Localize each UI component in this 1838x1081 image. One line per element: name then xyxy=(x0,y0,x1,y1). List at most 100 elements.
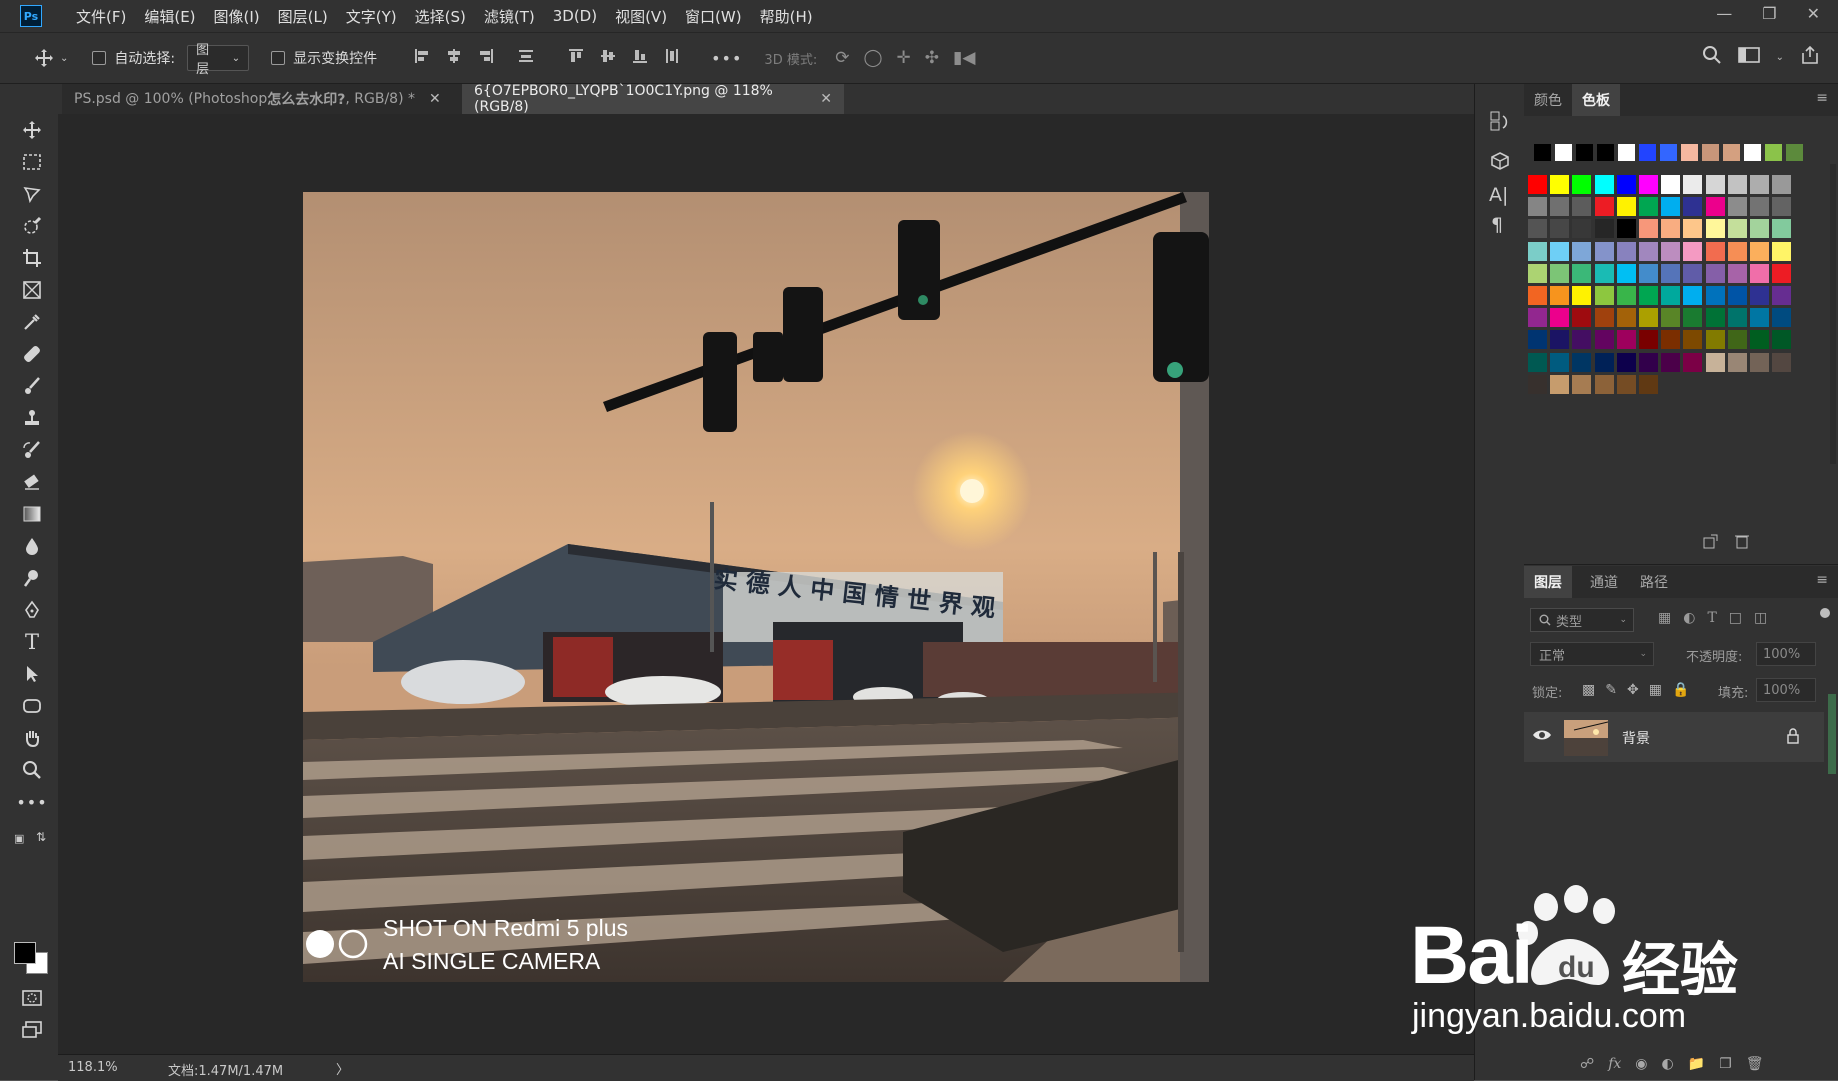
gradient-tool-icon[interactable] xyxy=(18,500,46,528)
color-swatch[interactable] xyxy=(1572,308,1591,327)
filter-type-icon[interactable]: T xyxy=(1707,610,1716,626)
color-swatch[interactable] xyxy=(1728,175,1747,194)
color-swatch[interactable] xyxy=(1639,308,1658,327)
align-vcenter-icon[interactable] xyxy=(599,47,617,69)
color-swatch[interactable] xyxy=(1661,353,1680,372)
filter-toggle-icon[interactable] xyxy=(1820,608,1830,618)
workspace-icon[interactable] xyxy=(1737,46,1760,68)
3d-pan-icon[interactable]: ✛ xyxy=(897,48,911,68)
color-swatch[interactable] xyxy=(1595,219,1614,238)
color-swatch[interactable] xyxy=(1706,330,1725,349)
color-swatch[interactable] xyxy=(1728,219,1747,238)
color-swatch[interactable] xyxy=(1728,242,1747,261)
color-swatch[interactable] xyxy=(1772,219,1791,238)
rectangle-tool-icon[interactable] xyxy=(18,692,46,720)
color-swatch[interactable] xyxy=(1750,219,1769,238)
tab-layers[interactable]: 图层 xyxy=(1524,566,1572,598)
color-swatch[interactable] xyxy=(1683,242,1702,261)
eraser-tool-icon[interactable] xyxy=(18,468,46,496)
color-swatch[interactable] xyxy=(1550,175,1569,194)
menu-view[interactable]: 视图(V) xyxy=(615,6,667,27)
swatches-scrollbar[interactable] xyxy=(1830,164,1836,464)
color-swatch[interactable] xyxy=(1772,242,1791,261)
color-swatch[interactable] xyxy=(1572,219,1591,238)
color-swatch[interactable] xyxy=(1772,175,1791,194)
3d-camera-icon[interactable]: ▮◀ xyxy=(953,48,975,68)
color-swatch[interactable] xyxy=(1550,219,1569,238)
color-swatch[interactable] xyxy=(1683,286,1702,305)
eye-icon[interactable] xyxy=(1532,727,1552,747)
color-swatch[interactable] xyxy=(1572,353,1591,372)
color-swatch[interactable] xyxy=(1617,264,1636,283)
color-swatch[interactable] xyxy=(1572,330,1591,349)
color-swatch[interactable] xyxy=(1750,286,1769,305)
recent-swatch[interactable] xyxy=(1702,144,1719,161)
color-swatch[interactable] xyxy=(1595,175,1614,194)
filter-smart-object-icon[interactable]: ◫ xyxy=(1754,610,1767,626)
color-swatch[interactable] xyxy=(1683,264,1702,283)
swap-colors-icon[interactable]: ⇅ xyxy=(36,830,46,844)
color-swatch[interactable] xyxy=(1639,375,1658,394)
minimize-icon[interactable]: — xyxy=(1716,4,1732,23)
align-top-icon[interactable] xyxy=(567,47,585,69)
color-swatch[interactable] xyxy=(1772,197,1791,216)
color-swatch[interactable] xyxy=(1550,286,1569,305)
color-swatch[interactable] xyxy=(1661,242,1680,261)
color-swatch[interactable] xyxy=(1550,264,1569,283)
color-swatch[interactable] xyxy=(1528,242,1547,261)
quick-mask-icon[interactable] xyxy=(18,984,46,1012)
history-brush-tool-icon[interactable] xyxy=(18,436,46,464)
document-tab-psd[interactable]: PS.psd @ 100% (Photoshop 怎么去水印?, RGB/8) *… xyxy=(62,84,462,114)
color-swatch[interactable] xyxy=(1550,353,1569,372)
color-swatch[interactable] xyxy=(1617,353,1636,372)
menu-window[interactable]: 窗口(W) xyxy=(685,6,742,27)
close-tab-icon[interactable]: ✕ xyxy=(820,91,832,107)
color-swatch[interactable] xyxy=(1572,197,1591,216)
move-tool-icon[interactable] xyxy=(18,116,46,144)
color-swatch[interactable] xyxy=(1528,219,1547,238)
color-swatch[interactable] xyxy=(1683,197,1702,216)
layer-row[interactable]: 背景 xyxy=(1524,712,1824,762)
color-swatch[interactable] xyxy=(1572,242,1591,261)
auto-select-target-dropdown[interactable]: 图层 ⌄ xyxy=(187,43,250,77)
color-swatch[interactable] xyxy=(1595,197,1614,216)
close-icon[interactable]: ✕ xyxy=(1807,4,1820,23)
document-image[interactable]: 实 德 人 中 国 情 世 界 观 SHOT ON Redmi 5 plus A… xyxy=(303,192,1209,982)
color-swatch[interactable] xyxy=(1528,353,1547,372)
color-swatch[interactable] xyxy=(1572,286,1591,305)
color-swatch[interactable] xyxy=(1595,330,1614,349)
color-swatch[interactable] xyxy=(1639,353,1658,372)
fill-input[interactable]: 100% xyxy=(1756,678,1816,702)
align-hcenter-icon[interactable] xyxy=(445,47,463,69)
recent-swatch[interactable] xyxy=(1534,144,1551,161)
color-swatch[interactable] xyxy=(1683,219,1702,238)
tab-color[interactable]: 颜色 xyxy=(1524,84,1572,116)
paragraph-panel-icon[interactable]: ¶ xyxy=(1491,214,1503,236)
menu-image[interactable]: 图像(I) xyxy=(214,6,260,27)
recent-swatch[interactable] xyxy=(1681,144,1698,161)
color-swatch[interactable] xyxy=(1528,286,1547,305)
auto-select-checkbox[interactable] xyxy=(92,51,107,65)
tab-swatches[interactable]: 色板 xyxy=(1572,84,1620,116)
color-swatch[interactable] xyxy=(1706,286,1725,305)
recent-swatch[interactable] xyxy=(1744,144,1761,161)
more-options-icon[interactable]: ••• xyxy=(711,49,742,68)
edit-toolbar-icon[interactable]: ••• xyxy=(16,788,46,816)
zoom-tool-icon[interactable] xyxy=(18,756,46,784)
healing-brush-tool-icon[interactable] xyxy=(18,340,46,368)
screen-mode-icon[interactable] xyxy=(18,1016,46,1044)
recent-swatch[interactable] xyxy=(1765,144,1782,161)
color-swatch[interactable] xyxy=(1683,330,1702,349)
move-tool-icon[interactable] xyxy=(34,48,54,68)
color-swatch[interactable] xyxy=(1595,286,1614,305)
layer-filter-dropdown[interactable]: 类型 ⌄ xyxy=(1530,608,1634,632)
color-swatch[interactable] xyxy=(1550,197,1569,216)
opacity-input[interactable]: 100% xyxy=(1756,642,1816,666)
color-swatch[interactable] xyxy=(1728,197,1747,216)
color-swatch[interactable] xyxy=(1639,175,1658,194)
color-swatch[interactable] xyxy=(1572,264,1591,283)
color-swatch[interactable] xyxy=(1683,308,1702,327)
delete-swatch-icon[interactable] xyxy=(1734,533,1750,553)
distribute-vertical-icon[interactable] xyxy=(517,47,535,69)
color-swatch[interactable] xyxy=(1728,264,1747,283)
